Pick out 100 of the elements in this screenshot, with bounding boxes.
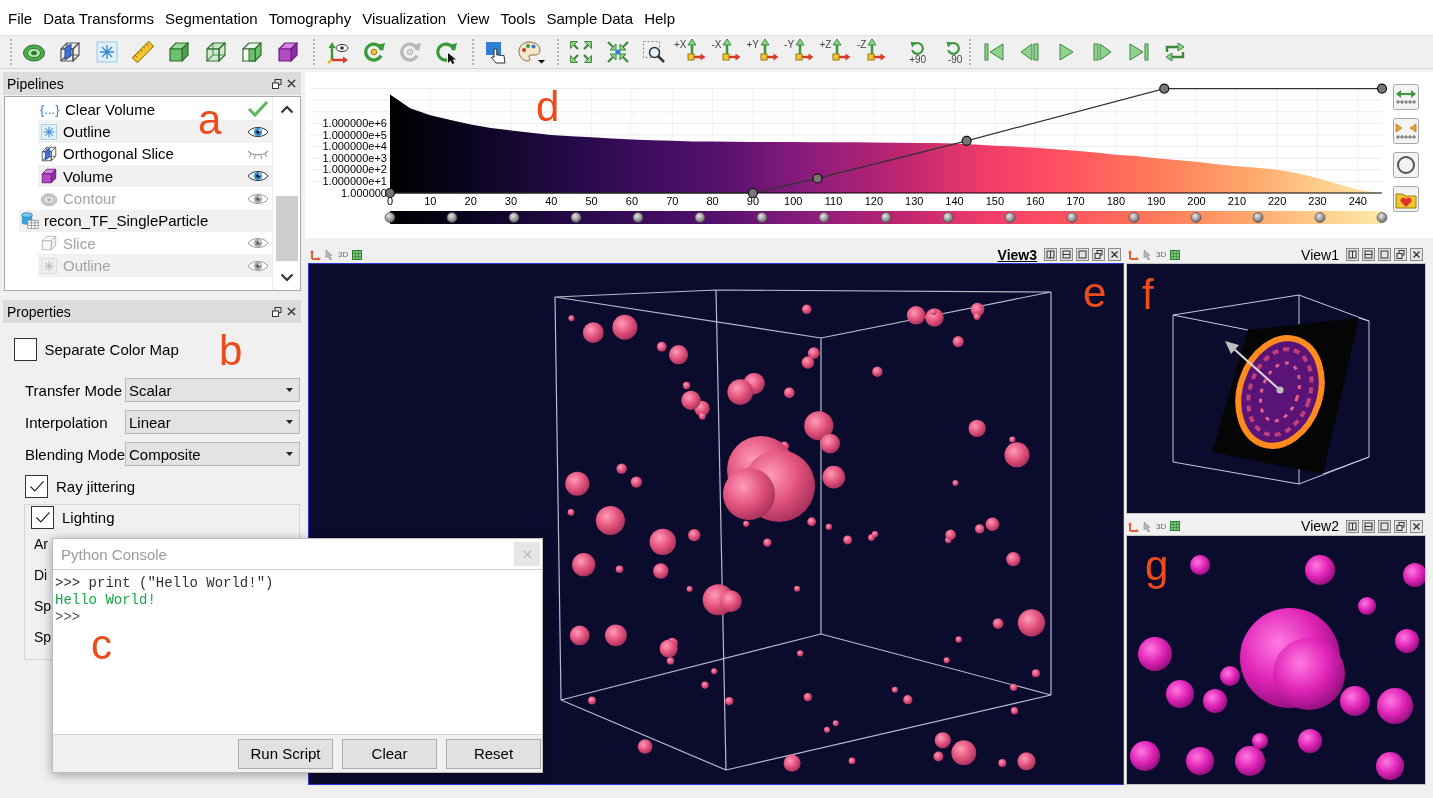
split-rows-icon[interactable]	[1362, 519, 1375, 533]
rotate-view-button[interactable]: -90	[926, 37, 963, 67]
menu-item[interactable]: Sample Data	[540, 8, 639, 29]
color-node-handle[interactable]	[1376, 212, 1388, 223]
view-direction-button[interactable]: -X	[708, 37, 745, 67]
dropdown[interactable]: Composite	[125, 442, 300, 466]
curve-node-handle[interactable]	[384, 187, 396, 199]
restore-icon[interactable]	[272, 78, 282, 89]
color-node-handle[interactable]	[942, 212, 954, 223]
circular-arrow-cursor-icon[interactable]	[434, 40, 459, 64]
expand-arrows-icon[interactable]	[569, 40, 594, 64]
view-direction-button[interactable]: +Y	[744, 37, 781, 67]
color-node-handle[interactable]	[632, 212, 644, 223]
checkbox[interactable]	[31, 505, 54, 529]
projection-button[interactable]: 3D	[1155, 250, 1168, 259]
color-node-handle[interactable]	[1314, 212, 1326, 223]
console-button[interactable]: Clear	[342, 738, 437, 769]
color-node-handle[interactable]	[570, 212, 582, 223]
skip-end-icon[interactable]	[1126, 40, 1151, 64]
wire-cube-icon[interactable]	[203, 40, 228, 64]
view-direction-button[interactable]: +X	[672, 37, 709, 67]
menu-item[interactable]: Help	[638, 8, 681, 29]
curve-node-handle[interactable]	[747, 187, 759, 199]
menu-item[interactable]: Tomography	[263, 8, 357, 29]
menu-item[interactable]: View	[451, 8, 495, 29]
grid-icon[interactable]	[1170, 249, 1181, 260]
axes-eye-icon[interactable]	[325, 40, 350, 64]
menu-item[interactable]: File	[2, 8, 38, 29]
close-icon[interactable]	[287, 79, 296, 88]
color-node-handle[interactable]	[694, 212, 706, 223]
projection-button[interactable]: 3D	[1155, 521, 1168, 531]
sliced-cube-icon[interactable]	[58, 40, 83, 64]
view-title[interactable]: View3	[997, 246, 1037, 263]
color-node-handle[interactable]	[1004, 212, 1016, 223]
view-title[interactable]: View2	[1301, 518, 1339, 534]
menu-item[interactable]: Segmentation	[159, 8, 264, 29]
restore-icon[interactable]	[1394, 519, 1407, 533]
dropdown[interactable]: Linear	[125, 410, 300, 434]
palette-icon[interactable]	[518, 40, 546, 64]
curve-node-handle[interactable]	[961, 135, 972, 146]
dropdown[interactable]: Scalar	[125, 378, 300, 402]
view-direction-button[interactable]: -Z	[853, 37, 890, 67]
menu-item[interactable]: Data Transforms	[37, 8, 160, 29]
checkbox[interactable]	[13, 337, 37, 361]
restore-icon[interactable]	[272, 306, 282, 317]
curve-node-handle[interactable]	[1159, 83, 1170, 94]
grid-icon[interactable]	[352, 249, 363, 260]
zoom-box-icon[interactable]	[641, 40, 666, 64]
eye-icon[interactable]	[247, 169, 269, 184]
axes-icon[interactable]	[310, 249, 321, 260]
inward-arrows-icon[interactable]	[1393, 118, 1419, 144]
color-node-handle[interactable]	[818, 212, 830, 223]
menu-item[interactable]: Tools	[494, 8, 541, 29]
view-direction-button[interactable]: +Z	[817, 37, 854, 67]
chevron-up-icon[interactable]	[279, 105, 294, 114]
eye-icon[interactable]	[247, 124, 269, 139]
close-icon[interactable]	[287, 307, 296, 316]
tree-row[interactable]: recon_TF_SingleParticle	[19, 209, 272, 233]
circular-arrow-icon[interactable]	[361, 40, 386, 64]
grid-icon[interactable]	[1170, 521, 1181, 531]
maximize-icon[interactable]	[1076, 248, 1089, 261]
close-icon[interactable]	[1410, 248, 1423, 261]
checkbox[interactable]	[25, 474, 48, 498]
split-columns-icon[interactable]	[1346, 519, 1359, 533]
asterisk-tile-icon[interactable]	[94, 40, 119, 64]
heart-folder-icon[interactable]	[1393, 186, 1419, 212]
axes-icon[interactable]	[1128, 249, 1139, 260]
console-button[interactable]: Reset	[446, 738, 541, 769]
close-icon[interactable]	[1108, 248, 1121, 261]
color-node-handle[interactable]	[1066, 212, 1078, 223]
axes-icon[interactable]	[1128, 520, 1139, 532]
color-node-handle[interactable]	[756, 212, 768, 223]
hand-pointer-icon[interactable]	[483, 40, 508, 64]
split-columns-icon[interactable]	[1044, 248, 1057, 261]
projection-button[interactable]: 3D	[337, 250, 350, 259]
close-icon[interactable]	[1410, 519, 1423, 533]
color-node-handle[interactable]	[880, 212, 892, 223]
cube-icon[interactable]	[167, 40, 192, 64]
split-cube-icon[interactable]	[239, 40, 264, 64]
ring-icon[interactable]	[1393, 152, 1419, 178]
color-node-handle[interactable]	[446, 212, 458, 223]
console-field[interactable]: >>> print ("Hello World!") Hello World! >>> c	[53, 570, 542, 735]
restore-icon[interactable]	[1092, 248, 1105, 261]
view-direction-button[interactable]: -Y	[780, 37, 818, 67]
tree-row[interactable]: Volume	[38, 165, 272, 188]
maximize-icon[interactable]	[1378, 248, 1391, 261]
restore-icon[interactable]	[1394, 248, 1407, 261]
color-node-handle[interactable]	[1252, 212, 1264, 223]
tree-row[interactable]: Orthogonal Slice	[38, 142, 272, 166]
color-node-handle[interactable]	[384, 212, 396, 223]
curve-node-handle[interactable]	[1376, 83, 1388, 94]
maximize-icon[interactable]	[1378, 519, 1391, 533]
curve-node-handle[interactable]	[812, 173, 823, 184]
color-node-handle[interactable]	[1128, 212, 1140, 223]
rotate-view-button[interactable]: +90	[889, 37, 927, 67]
split-rows-icon[interactable]	[1362, 248, 1375, 261]
chevron-down-icon[interactable]	[279, 273, 294, 282]
color-node-handle[interactable]	[508, 212, 520, 223]
console-button[interactable]: Run Script	[238, 738, 333, 769]
collapse-arrows-icon[interactable]	[605, 40, 630, 64]
